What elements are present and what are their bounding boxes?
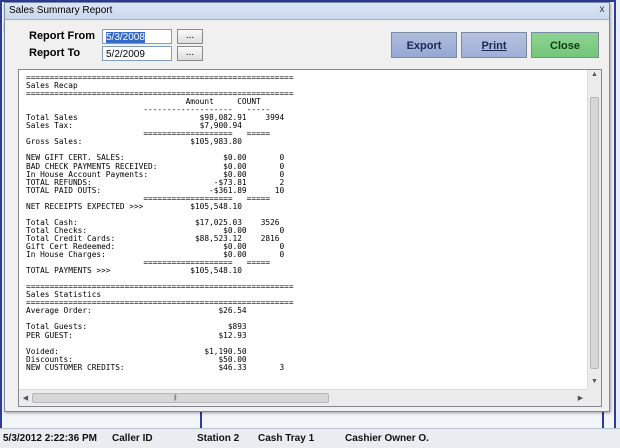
dialog-title: Sales Summary Report: [9, 5, 113, 16]
report-to-picker-button[interactable]: ...: [177, 46, 203, 61]
report-line: PER GUEST: $12.93: [26, 330, 247, 340]
status-cash-tray: Cash Tray 1: [258, 433, 315, 444]
report-text: ========================================…: [26, 73, 294, 372]
scroll-right-icon[interactable]: ▶: [574, 394, 587, 402]
window-close-icon[interactable]: x: [597, 4, 607, 16]
export-button[interactable]: Export: [391, 32, 457, 58]
grip-icon: |||: [174, 395, 177, 401]
scroll-left-icon[interactable]: ◀: [19, 394, 32, 402]
status-cashier: Cashier Owner O.: [345, 433, 429, 444]
dialog-titlebar[interactable]: Sales Summary Report x: [5, 3, 609, 20]
report-line: NET RECEIPTS EXPECTED >>> $105,548.10: [26, 201, 242, 211]
horizontal-scroll-thumb[interactable]: |||: [32, 393, 329, 403]
report-to-label: Report To: [29, 47, 81, 59]
status-station: Station 2: [197, 433, 240, 444]
vertical-scrollbar[interactable]: ▲ ▼: [587, 70, 601, 389]
report-to-field[interactable]: 5/2/2009: [102, 46, 172, 61]
report-from-picker-button[interactable]: ...: [177, 29, 203, 44]
status-bar: 5/3/2012 2:22:36 PM Caller ID Station 2 …: [0, 428, 620, 448]
report-from-value: 5/3/2008: [106, 32, 145, 43]
close-button[interactable]: Close: [531, 32, 599, 58]
scroll-up-icon[interactable]: ▲: [588, 71, 601, 78]
print-button[interactable]: Print: [461, 32, 527, 58]
report-line: NEW CUSTOMER CREDITS: $46.33 3: [26, 362, 285, 372]
horizontal-scrollbar[interactable]: ◀ ||| ▶: [19, 389, 587, 406]
status-caller-id: Caller ID: [112, 433, 153, 444]
vertical-scroll-thumb[interactable]: [590, 97, 599, 369]
scroll-down-icon[interactable]: ▼: [588, 378, 601, 385]
report-line: TOTAL PAYMENTS >>> $105,548.10: [26, 266, 242, 276]
scrollbar-corner: [587, 389, 601, 406]
report-date-range: Report From 5/3/2008 ... Report To 5/2/2…: [23, 25, 205, 63]
report-viewer[interactable]: ========================================…: [18, 69, 602, 407]
status-datetime: 5/3/2012 2:22:36 PM: [3, 433, 97, 444]
report-from-label: Report From: [29, 30, 95, 42]
print-button-label: Print: [481, 40, 507, 52]
sales-summary-dialog: Sales Summary Report x Report From 5/3/2…: [4, 2, 610, 412]
report-line: Gross Sales: $105,983.80: [26, 137, 242, 147]
report-line: Average Order: $26.54: [26, 306, 247, 316]
report-from-field[interactable]: 5/3/2008: [102, 29, 172, 44]
